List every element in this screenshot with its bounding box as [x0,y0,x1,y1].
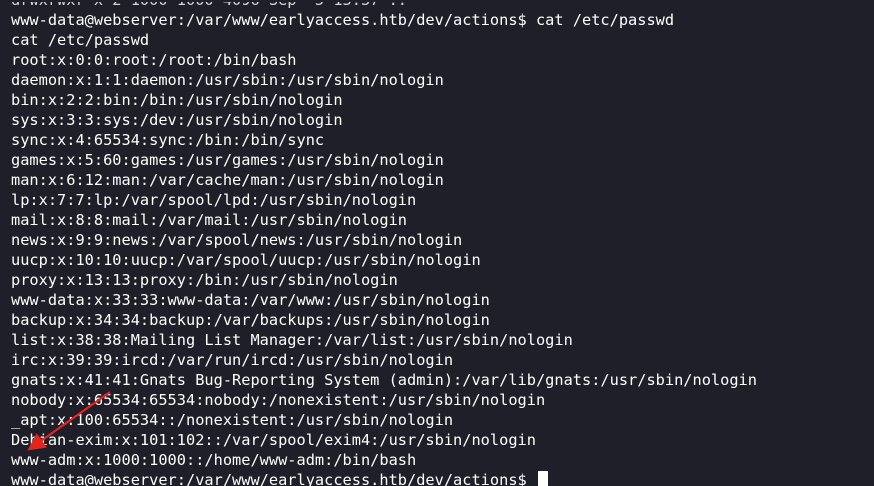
passwd-line-debian-exim: Debian-exim:x:101:102::/var/spool/exim4:… [11,431,536,449]
passwd-line-sys: sys:x:3:3:sys:/dev:/usr/sbin/nologin [11,111,343,129]
passwd-line-nobody: nobody:x:65534:65534:nobody:/nonexistent… [11,391,546,409]
passwd-line-list: list:x:38:38:Mailing List Manager:/var/l… [11,331,573,349]
passwd-line-root: root:x:0:0:root:/root:/bin/bash [11,51,297,69]
passwd-line-www-data: www-data:x:33:33:www-data:/var/www:/usr/… [11,291,490,309]
terminal-line-cut-off: drwxrwxr-x 2 1000 1000 4096 Sep 5 13:37 … [11,0,408,9]
passwd-line-bin: bin:x:2:2:bin:/bin:/usr/sbin/nologin [11,91,343,109]
passwd-line-backup: backup:x:34:34:backup:/var/backups:/usr/… [11,311,490,329]
terminal-line-command-echo: cat /etc/passwd [11,31,150,49]
terminal-output: drwxrwxr-x 2 1000 1000 4096 Sep 5 13:37 … [11,0,757,486]
passwd-line-www-adm: www-adm:x:1000:1000::/home/www-adm:/bin/… [11,451,417,469]
passwd-line-irc: irc:x:39:39:ircd:/var/run/ircd:/usr/sbin… [11,351,454,369]
passwd-line-gnats: gnats:x:41:41:Gnats Bug-Reporting System… [11,371,757,389]
passwd-line-man: man:x:6:12:man:/var/cache/man:/usr/sbin/… [11,171,444,189]
passwd-line-proxy: proxy:x:13:13:proxy:/bin:/usr/sbin/nolog… [11,271,398,289]
passwd-line-apt: _apt:x:100:65534::/nonexistent:/usr/sbin… [11,411,454,429]
passwd-line-daemon: daemon:x:1:1:daemon:/usr/sbin:/usr/sbin/… [11,71,444,89]
terminal-line-current-prompt[interactable]: www-data@webserver:/var/www/earlyaccess.… [11,470,757,486]
passwd-line-sync: sync:x:4:65534:sync:/bin:/bin/sync [11,131,325,149]
terminal-line-prompt-command: www-data@webserver:/var/www/earlyaccess.… [11,11,675,29]
passwd-line-mail: mail:x:8:8:mail:/var/mail:/usr/sbin/nolo… [11,211,408,229]
passwd-line-news: news:x:9:9:news:/var/spool/news:/usr/sbi… [11,231,463,249]
block-cursor-icon [537,471,548,486]
passwd-line-games: games:x:5:60:games:/usr/games:/usr/sbin/… [11,151,444,169]
passwd-line-lp: lp:x:7:7:lp:/var/spool/lpd:/usr/sbin/nol… [11,191,417,209]
passwd-line-uucp: uucp:x:10:10:uucp:/var/spool/uucp:/usr/s… [11,251,481,269]
terminal-window[interactable]: drwxrwxr-x 2 1000 1000 4096 Sep 5 13:37 … [0,0,874,486]
prompt-text: www-data@webserver:/var/www/earlyaccess.… [11,471,536,486]
